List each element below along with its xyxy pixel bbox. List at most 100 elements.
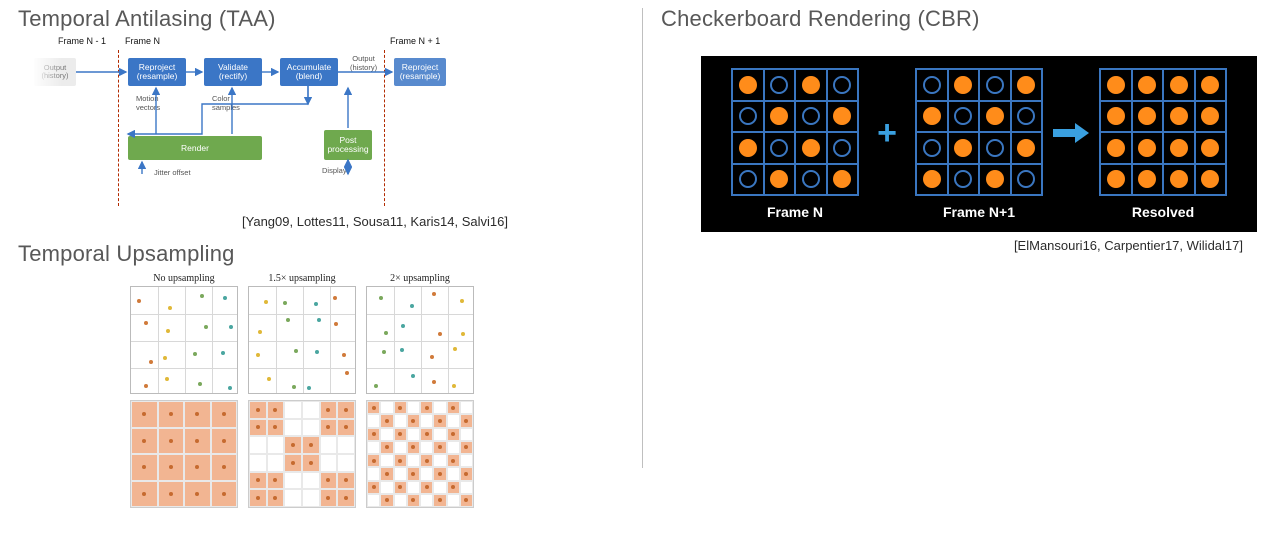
- taa-arrows-icon: [62, 38, 492, 208]
- scatter-dot-icon: [149, 360, 153, 364]
- tile-cell: [433, 428, 446, 441]
- scatter-dot-icon: [333, 296, 337, 300]
- tile-cell: [184, 428, 211, 455]
- tile-cell: [267, 401, 285, 419]
- tile-cell: [407, 414, 420, 427]
- taa-title: Temporal Antilasing (TAA): [18, 6, 628, 32]
- tile-cell: [394, 467, 407, 480]
- tile-cell: [367, 428, 380, 441]
- cbr-cell: [916, 132, 948, 164]
- tile-dot-icon: [464, 472, 468, 476]
- tile-cell: [460, 414, 473, 427]
- upsamp-tilegrid: [366, 400, 474, 508]
- tile-cell: [320, 454, 338, 472]
- cbr-cell: [916, 101, 948, 133]
- tile-cell: [433, 414, 446, 427]
- tile-cell: [320, 489, 338, 507]
- tile-dot-icon: [222, 492, 226, 496]
- cbr-dot-icon: [1138, 107, 1156, 125]
- cbr-cell: [979, 69, 1011, 101]
- tile-dot-icon: [142, 439, 146, 443]
- tile-dot-icon: [142, 492, 146, 496]
- tile-cell: [420, 494, 433, 507]
- cbr-cell: [795, 69, 827, 101]
- tile-dot-icon: [411, 472, 415, 476]
- tile-cell: [420, 414, 433, 427]
- cbr-cell: [1132, 132, 1164, 164]
- arrow-right-icon: [1053, 122, 1089, 144]
- right-column: Checkerboard Rendering (CBR) Frame N + F…: [643, 0, 1279, 551]
- scatter-dot-icon: [400, 348, 404, 352]
- cbr-dot-icon: [833, 107, 851, 125]
- cbr-dot-icon: [1201, 139, 1219, 157]
- cbr-dot-icon: [739, 107, 757, 125]
- tile-cell: [302, 489, 320, 507]
- scatter-dot-icon: [221, 351, 225, 355]
- cbr-dot-icon: [1138, 76, 1156, 94]
- scatter-dot-icon: [228, 386, 232, 390]
- cbr-cell: [1100, 132, 1132, 164]
- cbr-dot-icon: [802, 170, 820, 188]
- scatter-dot-icon: [267, 377, 271, 381]
- tile-dot-icon: [464, 498, 468, 502]
- tile-dot-icon: [398, 459, 402, 463]
- cbr-dot-icon: [954, 170, 972, 188]
- cbr-dot-icon: [1170, 107, 1188, 125]
- tile-cell: [407, 441, 420, 454]
- cbr-dot-icon: [1138, 139, 1156, 157]
- cbr-dot-icon: [923, 76, 941, 94]
- cbr-dot-icon: [833, 170, 851, 188]
- tile-dot-icon: [142, 465, 146, 469]
- tile-cell: [420, 481, 433, 494]
- tile-dot-icon: [425, 459, 429, 463]
- tile-dot-icon: [222, 412, 226, 416]
- scatter-dot-icon: [432, 292, 436, 296]
- cbr-dot-icon: [954, 76, 972, 94]
- tile-cell: [267, 472, 285, 490]
- cbr-cell: [1011, 164, 1043, 196]
- scatter-dot-icon: [144, 384, 148, 388]
- scatter-dot-icon: [342, 353, 346, 357]
- cbr-grid-n1: [915, 68, 1043, 196]
- tile-cell: [184, 401, 211, 428]
- cbr-cell: [1011, 101, 1043, 133]
- scatter-dot-icon: [264, 300, 268, 304]
- cbr-dot-icon: [923, 107, 941, 125]
- cbr-cell: [764, 132, 796, 164]
- tile-dot-icon: [411, 498, 415, 502]
- tile-cell: [158, 454, 185, 481]
- cbr-dot-icon: [923, 139, 941, 157]
- tile-dot-icon: [398, 432, 402, 436]
- tile-cell: [337, 419, 355, 437]
- tile-dot-icon: [309, 461, 313, 465]
- tile-cell: [460, 441, 473, 454]
- tile-cell: [460, 494, 473, 507]
- cbr-dot-icon: [986, 76, 1004, 94]
- tile-cell: [407, 467, 420, 480]
- taa-diagram: Frame N - 1 Frame N Frame N + 1 Output (…: [62, 38, 492, 208]
- tile-cell: [337, 454, 355, 472]
- scatter-dot-icon: [401, 324, 405, 328]
- tile-dot-icon: [344, 496, 348, 500]
- cbr-dot-icon: [833, 139, 851, 157]
- cbr-cell: [1195, 101, 1227, 133]
- tile-cell: [284, 472, 302, 490]
- tile-cell: [367, 414, 380, 427]
- scatter-dot-icon: [286, 318, 290, 322]
- cbr-grid-n: [731, 68, 859, 196]
- tile-dot-icon: [309, 443, 313, 447]
- slide-root: Temporal Antilasing (TAA) Frame N - 1 Fr…: [0, 0, 1280, 551]
- cbr-dot-icon: [739, 76, 757, 94]
- tile-dot-icon: [169, 492, 173, 496]
- cbr-cell: [1163, 101, 1195, 133]
- scatter-dot-icon: [144, 321, 148, 325]
- tile-cell: [131, 428, 158, 455]
- cbr-grid-resolved: [1099, 68, 1227, 196]
- scatter-dot-icon: [452, 384, 456, 388]
- cbr-frame-n: Frame N: [731, 68, 859, 220]
- tile-cell: [380, 401, 393, 414]
- tile-cell: [460, 428, 473, 441]
- tile-dot-icon: [291, 461, 295, 465]
- upsamp-col: 2× upsampling: [364, 273, 476, 508]
- cbr-cell: [1163, 69, 1195, 101]
